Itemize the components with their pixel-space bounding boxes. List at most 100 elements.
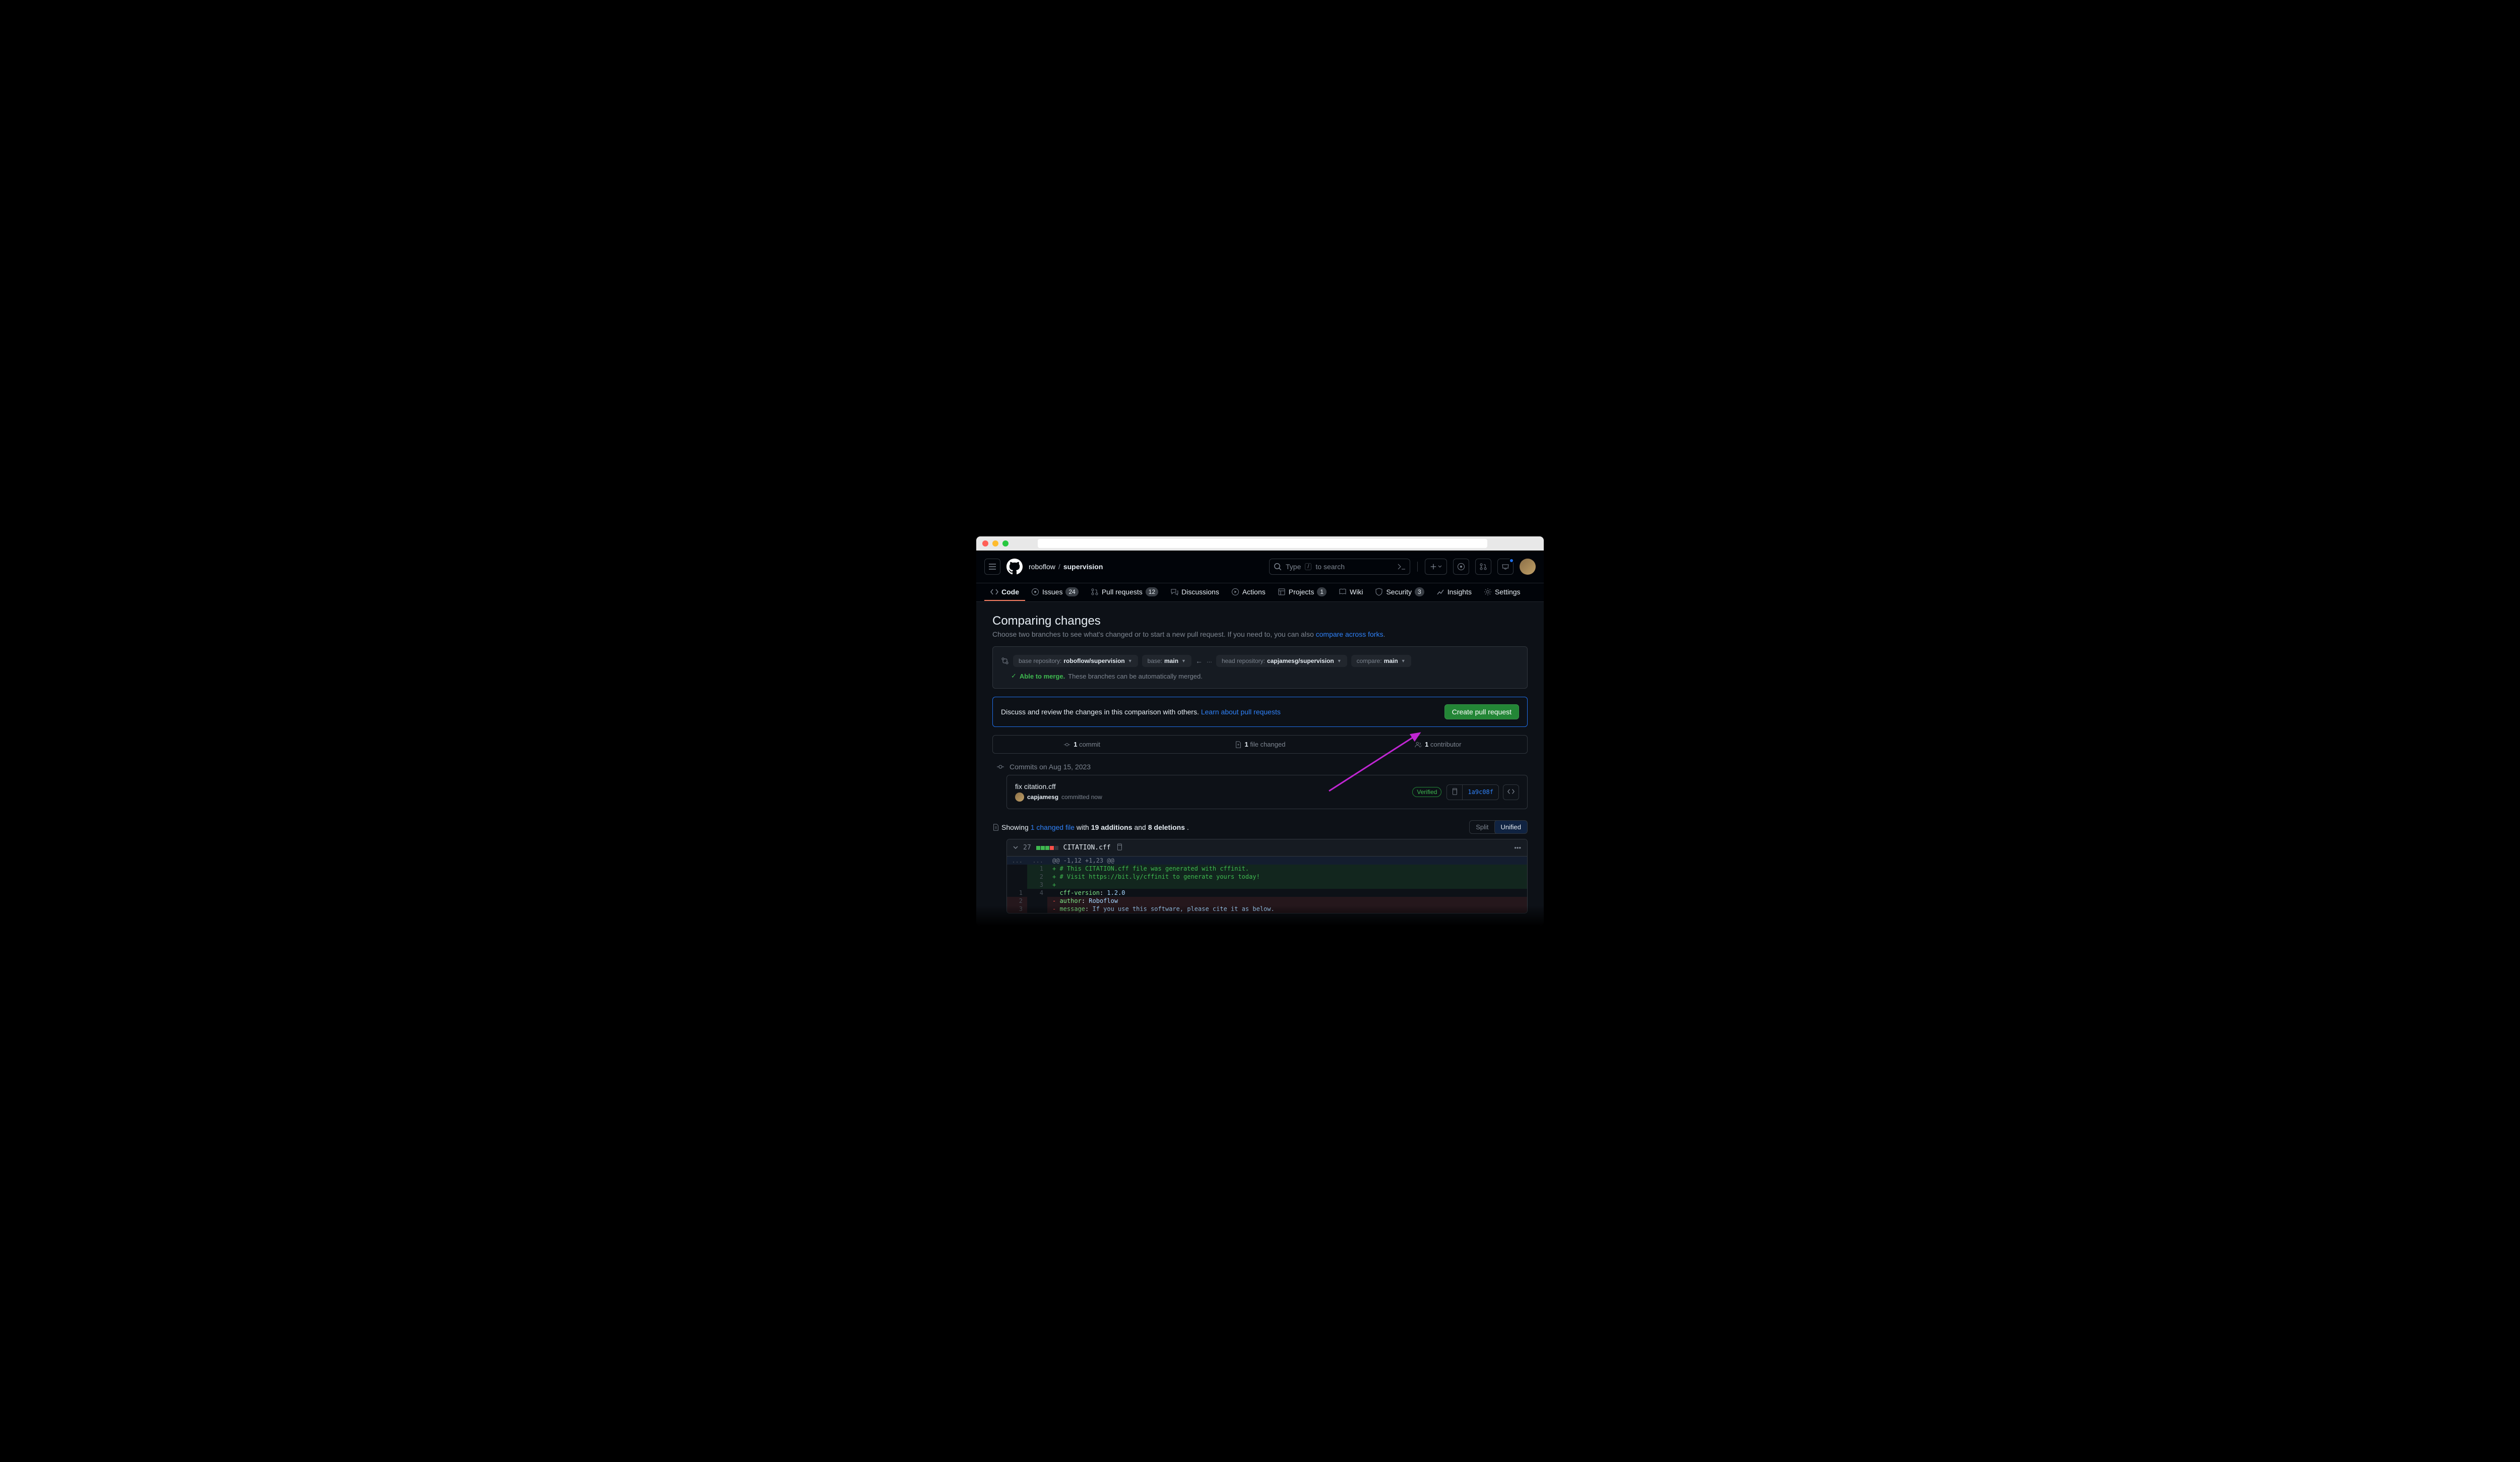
pulls-global-button[interactable] — [1475, 559, 1491, 575]
caret-down-icon — [1438, 565, 1442, 569]
file-diff-icon — [1235, 741, 1242, 748]
collapse-file-button[interactable] — [1013, 844, 1018, 851]
notifications-button[interactable] — [1497, 559, 1514, 575]
tab-settings[interactable]: Settings — [1478, 584, 1527, 601]
compare-box: base repository: roboflow/supervision▼ b… — [992, 646, 1528, 689]
discussion-icon — [1170, 588, 1178, 596]
arrow-left-icon: ← — [1195, 657, 1203, 665]
mac-minimize-button[interactable] — [992, 540, 998, 546]
tab-pulls-count: 12 — [1146, 587, 1158, 596]
file-name[interactable]: CITATION.cff — [1063, 844, 1111, 851]
commit-author-avatar[interactable] — [1015, 793, 1024, 802]
tab-pulls-label: Pull requests — [1102, 588, 1143, 596]
unified-view-button[interactable]: Unified — [1494, 820, 1528, 834]
hamburger-icon — [988, 563, 996, 571]
breadcrumb-repo[interactable]: supervision — [1063, 563, 1103, 571]
tab-issues[interactable]: Issues 24 — [1025, 583, 1085, 601]
file-menu-button[interactable]: ••• — [1514, 844, 1521, 851]
check-icon: ✓ — [1011, 672, 1017, 680]
project-icon — [1278, 588, 1286, 596]
tab-actions[interactable]: Actions — [1225, 584, 1272, 601]
stat-contributors[interactable]: 1 contributor — [1349, 736, 1527, 753]
code-icon — [990, 588, 998, 596]
breadcrumb-separator: / — [1058, 563, 1060, 571]
diff-line-add: 1 + # This CITATION.cff file was generat… — [1007, 865, 1527, 873]
tab-discussions[interactable]: Discussions — [1164, 584, 1225, 601]
browse-code-button[interactable] — [1503, 784, 1519, 800]
split-view-button[interactable]: Split — [1470, 821, 1494, 833]
tab-security-count: 3 — [1415, 587, 1424, 596]
changed-files-link[interactable]: 1 changed file — [1031, 823, 1075, 831]
tab-insights[interactable]: Insights — [1430, 584, 1478, 601]
copy-icon — [1451, 788, 1458, 795]
compare-forks-link[interactable]: compare across forks — [1316, 630, 1383, 638]
tab-security[interactable]: Security 3 — [1369, 583, 1430, 601]
search-placeholder-post: to search — [1315, 563, 1345, 571]
play-icon — [1231, 588, 1239, 596]
mac-zoom-button[interactable] — [1002, 540, 1009, 546]
tab-discussions-label: Discussions — [1181, 588, 1219, 596]
repo-tabs: Code Issues 24 Pull requests 12 Discussi… — [976, 583, 1544, 602]
merge-status: ✓ Able to merge. These branches can be a… — [1001, 672, 1519, 680]
stat-commits[interactable]: 1 commit — [993, 736, 1171, 753]
base-repo-selector[interactable]: base repository: roboflow/supervision▼ — [1013, 655, 1138, 667]
tab-wiki[interactable]: Wiki — [1333, 584, 1369, 601]
sha-box: 1a9c08f — [1446, 784, 1499, 800]
git-compare-icon — [1001, 657, 1009, 665]
diff-line-add: 3 + — [1007, 881, 1527, 889]
stat-files[interactable]: 1 file changed — [1171, 736, 1349, 753]
base-branch-selector[interactable]: base: main▼ — [1142, 655, 1191, 667]
browser-url-bar[interactable] — [1038, 539, 1487, 548]
diff-hunk-header: ...... @@ -1,12 +1,23 @@ — [1007, 857, 1527, 865]
tab-insights-label: Insights — [1447, 588, 1472, 596]
github-logo-icon[interactable] — [1006, 559, 1023, 575]
mac-titlebar — [976, 536, 1544, 551]
commit-sha-link[interactable]: 1a9c08f — [1463, 785, 1498, 799]
copy-icon — [1116, 843, 1123, 850]
hamburger-button[interactable] — [984, 559, 1000, 575]
book-icon — [1339, 588, 1347, 596]
issues-global-button[interactable] — [1453, 559, 1469, 575]
issue-opened-icon — [1457, 563, 1465, 571]
code-icon — [1507, 788, 1515, 795]
diff-view-toggle: Split Unified — [1469, 820, 1528, 834]
gear-icon — [1484, 588, 1492, 596]
breadcrumb-owner[interactable]: roboflow — [1029, 563, 1055, 571]
compare-branch-selector[interactable]: compare: main▼ — [1351, 655, 1411, 667]
commit-icon — [996, 763, 1004, 771]
tab-issues-count: 24 — [1065, 587, 1078, 596]
diff-body: ...... @@ -1,12 +1,23 @@ 1 + # This CITA… — [1007, 857, 1527, 913]
commit-row: fix citation.cff capjamesg committed now… — [1006, 775, 1528, 809]
tab-pulls[interactable]: Pull requests 12 — [1085, 583, 1164, 601]
file-diff: 27 CITATION.cff ••• ...... @@ -1,12 +1,2… — [1006, 839, 1528, 913]
tab-settings-label: Settings — [1495, 588, 1521, 596]
head-repo-selector[interactable]: head repository: capjamesg/supervision▼ — [1216, 655, 1347, 667]
learn-pr-link[interactable]: Learn about pull requests — [1201, 708, 1281, 716]
commit-title[interactable]: fix citation.cff — [1015, 782, 1412, 790]
create-new-button[interactable] — [1425, 559, 1447, 575]
tab-projects[interactable]: Projects 1 — [1272, 583, 1333, 601]
verified-badge[interactable]: Verified — [1412, 787, 1441, 797]
search-icon — [1274, 563, 1282, 571]
merge-desc-text: These branches can be automatically merg… — [1068, 673, 1203, 680]
create-pr-button[interactable]: Create pull request — [1444, 704, 1519, 719]
diff-summary: Showing 1 changed file with 19 additions… — [992, 820, 1528, 834]
graph-icon — [1436, 588, 1444, 596]
copy-path-button[interactable] — [1116, 843, 1123, 852]
commit-author-link[interactable]: capjamesg — [1027, 794, 1058, 801]
tab-code-label: Code — [1001, 588, 1019, 596]
user-avatar[interactable] — [1520, 559, 1536, 575]
file-diff-icon — [992, 824, 999, 831]
global-header: roboflow / supervision Type / to search — [976, 551, 1544, 583]
shield-icon — [1375, 588, 1383, 596]
diff-squares — [1036, 846, 1058, 850]
create-pr-banner: Discuss and review the changes in this c… — [992, 697, 1528, 727]
commits-date-header: Commits on Aug 15, 2023 — [996, 763, 1528, 771]
search-input[interactable]: Type / to search — [1269, 559, 1410, 575]
tab-code[interactable]: Code — [984, 584, 1025, 601]
mac-close-button[interactable] — [982, 540, 988, 546]
file-change-count: 27 — [1023, 844, 1031, 851]
copy-sha-button[interactable] — [1447, 785, 1463, 800]
tab-actions-label: Actions — [1242, 588, 1266, 596]
diff-line-del: 3 - message: If you use this software, p… — [1007, 905, 1527, 913]
